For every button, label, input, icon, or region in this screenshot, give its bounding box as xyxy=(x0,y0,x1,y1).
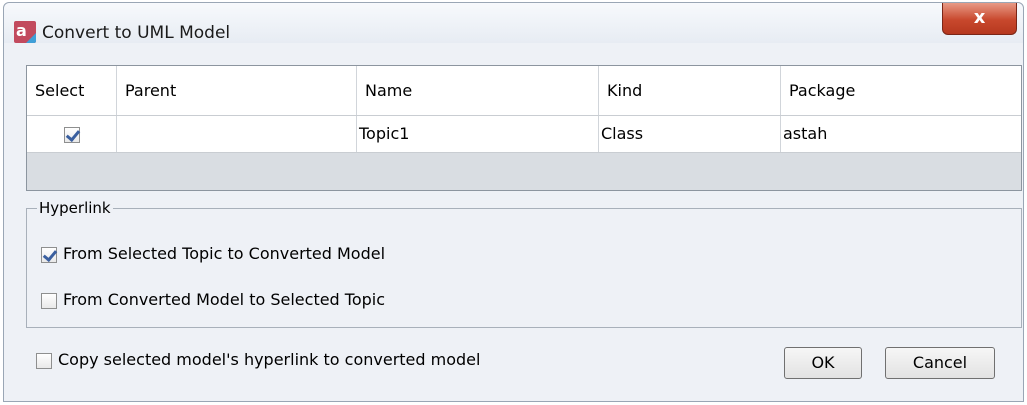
converted-to-selected-checkbox[interactable] xyxy=(41,292,57,309)
selected-to-converted-checkbox[interactable] xyxy=(41,246,57,263)
row-select-cell xyxy=(27,116,117,152)
row-name-cell[interactable]: Topic1 xyxy=(357,116,599,152)
row-select-checkbox[interactable] xyxy=(63,126,80,143)
close-button[interactable]: x xyxy=(942,3,1017,35)
table-row[interactable]: Topic1 Class astah xyxy=(27,116,1021,153)
row-kind-cell[interactable]: Class xyxy=(599,116,781,152)
column-header-name[interactable]: Name xyxy=(357,66,599,115)
column-header-select[interactable]: Select xyxy=(27,66,117,115)
converted-to-selected-label: From Converted Model to Selected Topic xyxy=(63,290,386,309)
row-package-cell[interactable]: astah xyxy=(781,116,1023,152)
ok-button[interactable]: OK xyxy=(784,347,862,379)
window-title: Convert to UML Model xyxy=(42,23,231,43)
copy-hyperlink-label: Copy selected model's hyperlink to conve… xyxy=(58,350,481,369)
hyperlink-group-legend: Hyperlink xyxy=(37,199,113,217)
hyperlink-group: Hyperlink From Selected Topic to Convert… xyxy=(26,199,1022,328)
option-converted-to-selected[interactable]: From Converted Model to Selected Topic xyxy=(41,289,385,311)
option-selected-to-converted[interactable]: From Selected Topic to Converted Model xyxy=(41,243,385,265)
row-parent-cell[interactable] xyxy=(117,116,357,152)
table-header: Select Parent Name Kind Package xyxy=(27,66,1021,116)
cancel-button[interactable]: Cancel xyxy=(885,347,995,379)
column-header-kind[interactable]: Kind xyxy=(599,66,781,115)
conversion-table: Select Parent Name Kind Package Topic1 C… xyxy=(26,65,1022,191)
copy-hyperlink-checkbox[interactable] xyxy=(36,352,52,369)
selected-to-converted-label: From Selected Topic to Converted Model xyxy=(63,244,386,263)
column-header-parent[interactable]: Parent xyxy=(117,66,357,115)
copy-hyperlink-option[interactable]: Copy selected model's hyperlink to conve… xyxy=(36,349,480,371)
column-header-package[interactable]: Package xyxy=(781,66,1023,115)
title-bar: a Convert to UML Model x xyxy=(4,3,1023,43)
dialog-window: a Convert to UML Model x Select Parent N… xyxy=(3,2,1024,402)
astah-app-icon: a xyxy=(14,21,36,43)
